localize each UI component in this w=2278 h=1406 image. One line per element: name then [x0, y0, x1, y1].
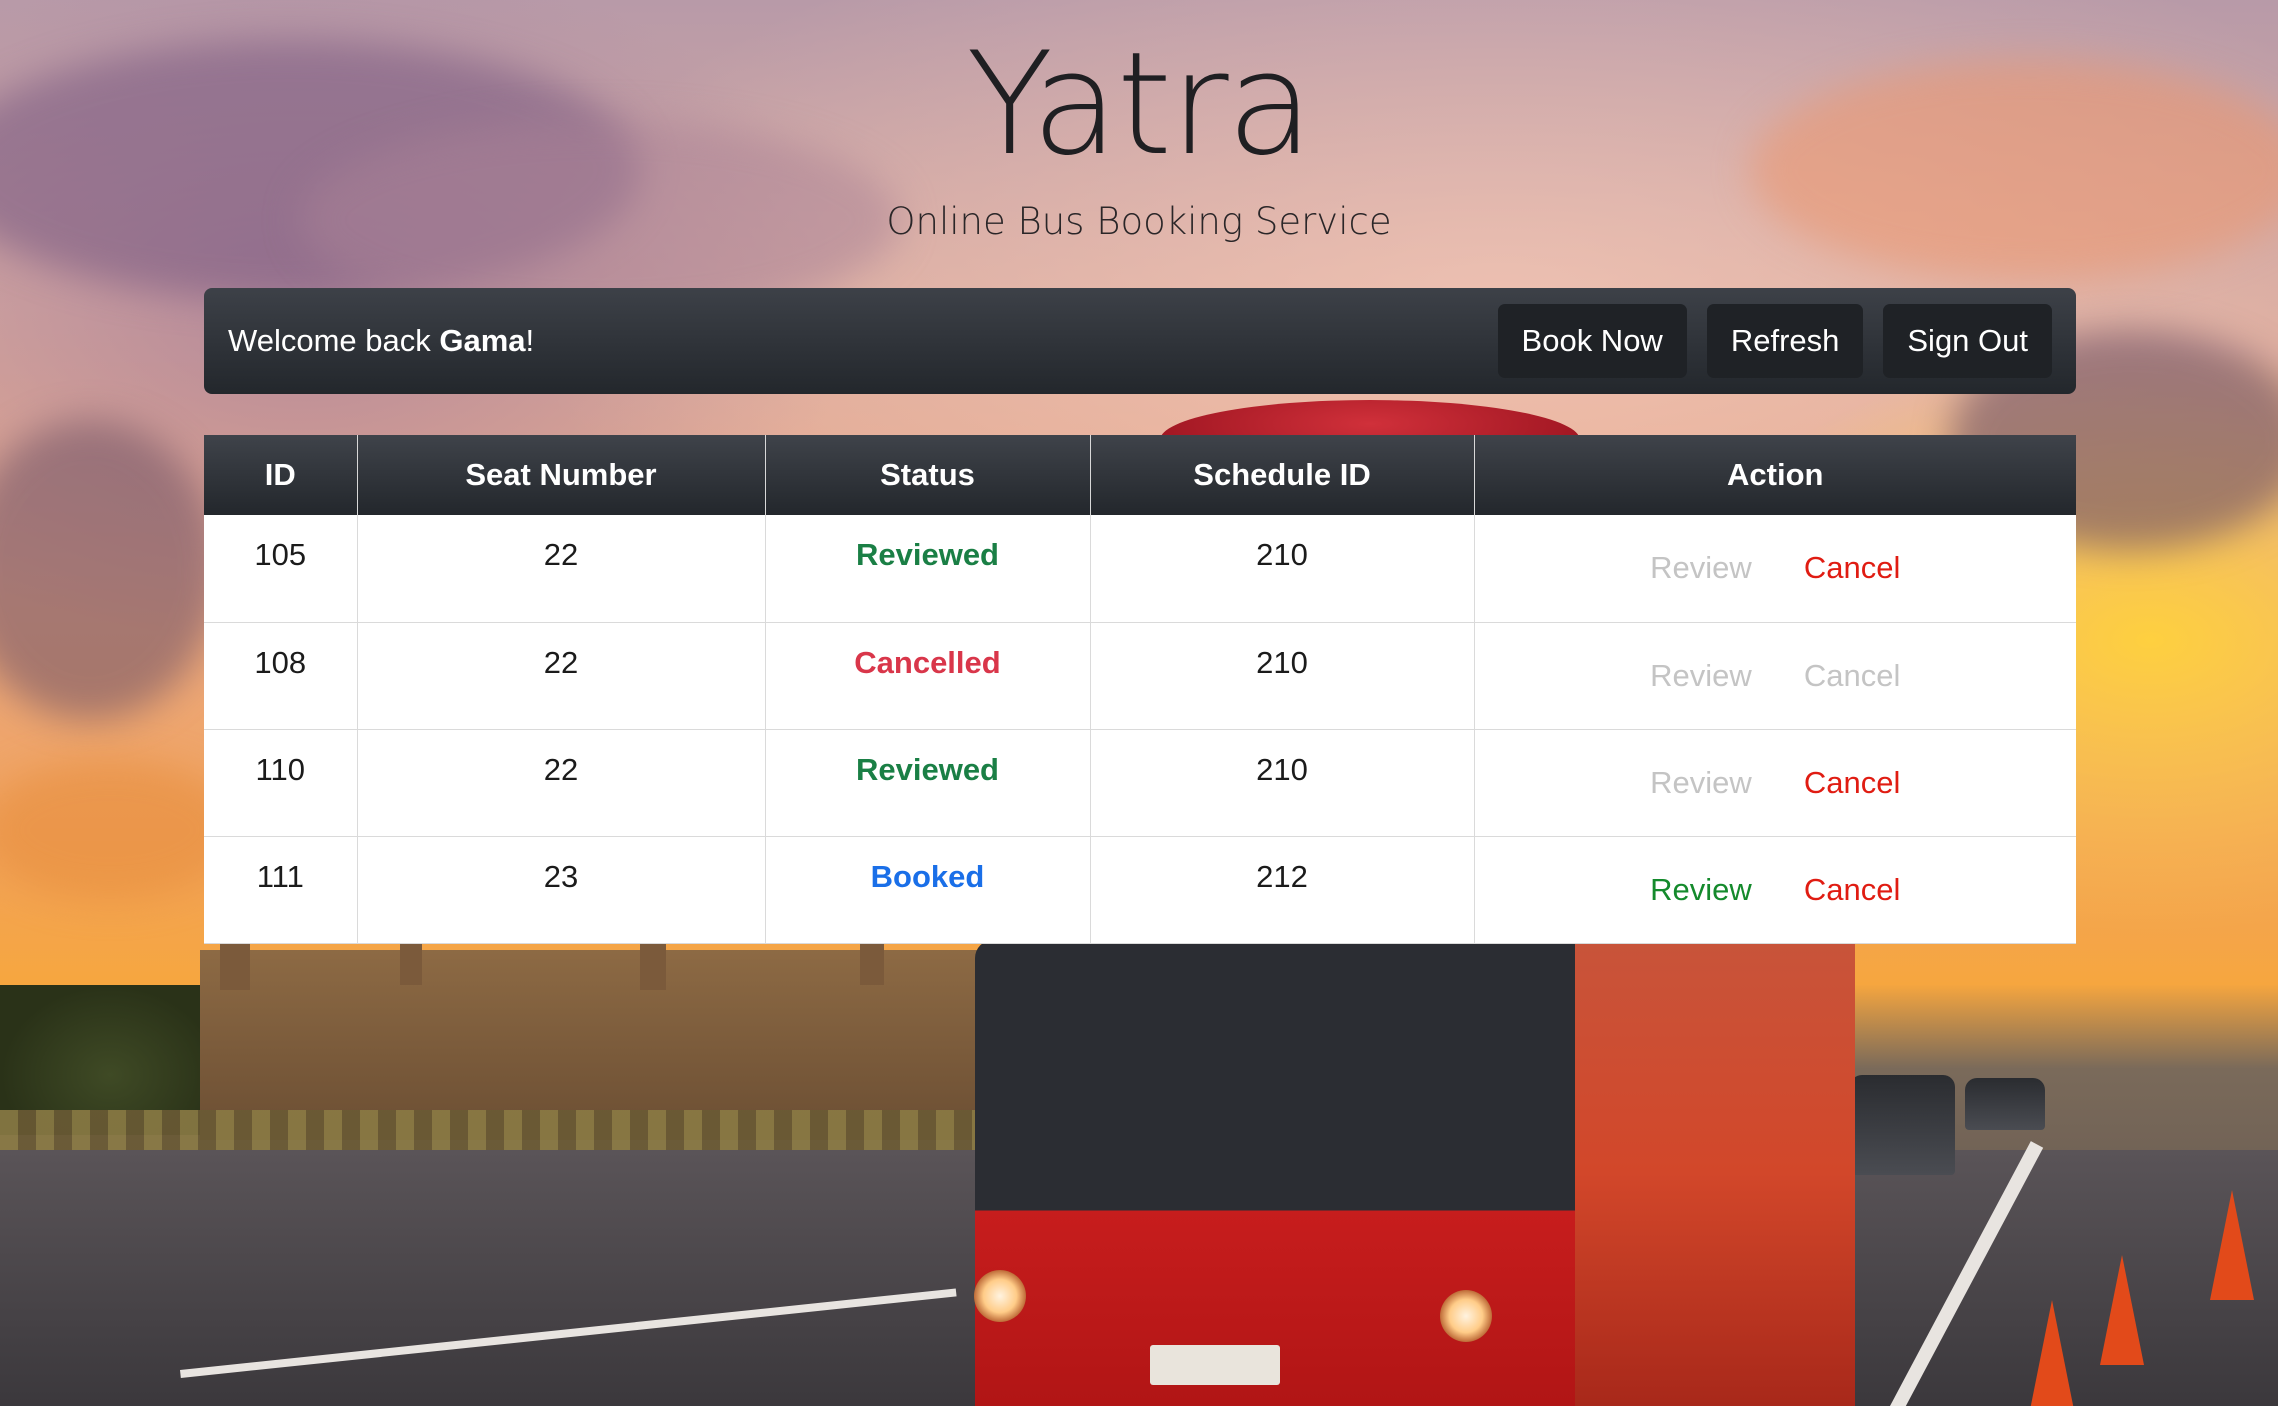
bookings-table: ID Seat Number Status Schedule ID Action… [204, 435, 2076, 944]
table-row: 110 22 Reviewed 210 Review Cancel [204, 729, 2076, 837]
refresh-button[interactable]: Refresh [1706, 304, 1864, 378]
schedule-id: 212 [1090, 836, 1475, 944]
booking-id: 110 [204, 729, 358, 837]
action-cell: Review Cancel [1474, 729, 2076, 837]
app-subtitle: Online Bus Booking Service [886, 200, 1392, 243]
top-navbar: Welcome back Gama! Book Now Refresh Sign… [204, 288, 2076, 394]
cancel-button[interactable]: Cancel [1804, 765, 1901, 801]
table-row: 108 22 Cancelled 210 Review Cancel [204, 622, 2076, 730]
table-row: 105 22 Reviewed 210 Review Cancel [204, 515, 2076, 623]
column-header-seat-number: Seat Number [357, 435, 766, 515]
table-row: 111 23 Booked 212 Review Cancel [204, 836, 2076, 944]
booking-id: 105 [204, 515, 358, 623]
column-header-schedule-id: Schedule ID [1090, 435, 1475, 515]
review-button[interactable]: Review [1650, 872, 1752, 908]
welcome-prefix: Welcome back [228, 323, 440, 358]
column-header-status: Status [765, 435, 1091, 515]
book-now-button[interactable]: Book Now [1497, 304, 1687, 378]
review-button[interactable]: Review [1650, 765, 1752, 801]
cancel-button[interactable]: Cancel [1804, 658, 1901, 694]
sign-out-button[interactable]: Sign Out [1883, 304, 2052, 378]
booking-id: 108 [204, 622, 358, 730]
action-cell: Review Cancel [1474, 622, 2076, 730]
status-badge: Cancelled [765, 622, 1091, 730]
seat-number: 22 [357, 515, 766, 623]
nav-buttons: Book Now Refresh Sign Out [1497, 304, 2052, 378]
column-header-action: Action [1474, 435, 2076, 515]
app-title: Yatra [966, 22, 1313, 187]
review-button[interactable]: Review [1650, 658, 1752, 694]
booking-id: 111 [204, 836, 358, 944]
action-cell: Review Cancel [1474, 515, 2076, 623]
status-badge: Booked [765, 836, 1091, 944]
status-badge: Reviewed [765, 729, 1091, 837]
schedule-id: 210 [1090, 729, 1475, 837]
seat-number: 23 [357, 836, 766, 944]
seat-number: 22 [357, 729, 766, 837]
status-badge: Reviewed [765, 515, 1091, 623]
schedule-id: 210 [1090, 622, 1475, 730]
user-name: Gama [439, 323, 526, 358]
schedule-id: 210 [1090, 515, 1475, 623]
cancel-button[interactable]: Cancel [1804, 872, 1901, 908]
cancel-button[interactable]: Cancel [1804, 550, 1901, 586]
action-cell: Review Cancel [1474, 836, 2076, 944]
welcome-message: Welcome back Gama! [228, 323, 534, 359]
review-button[interactable]: Review [1650, 550, 1752, 586]
table-header-row: ID Seat Number Status Schedule ID Action [204, 435, 2076, 515]
column-header-id: ID [204, 435, 358, 515]
seat-number: 22 [357, 622, 766, 730]
welcome-suffix: ! [525, 323, 535, 358]
